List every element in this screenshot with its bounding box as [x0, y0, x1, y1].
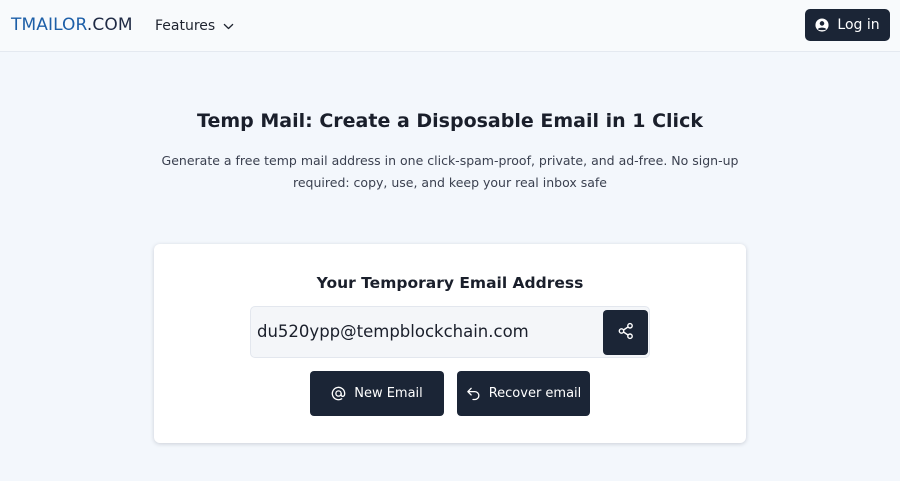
- recover-email-button[interactable]: Recover email: [457, 371, 590, 416]
- features-menu[interactable]: Features: [155, 15, 234, 37]
- user-circle-icon: [815, 18, 829, 32]
- site-logo[interactable]: TMAILOR.COM: [11, 15, 133, 35]
- page-title: Temp Mail: Create a Disposable Email in …: [197, 110, 703, 132]
- page-subtitle: Generate a free temp mail address in one…: [161, 153, 739, 190]
- share-icon: [617, 322, 635, 344]
- at-sign-icon: [331, 386, 346, 401]
- logo-brand-text: TMAILOR: [11, 15, 87, 35]
- undo-arrow-icon: [466, 386, 481, 401]
- logo-tld-text: .COM: [86, 15, 133, 35]
- top-navigation-bar: TMAILOR.COM Features Log in: [0, 0, 900, 52]
- chevron-down-icon: [223, 21, 234, 32]
- new-email-button-label: New Email: [354, 386, 423, 401]
- features-menu-label: Features: [155, 18, 216, 34]
- login-button-label: Log in: [837, 17, 880, 33]
- share-button[interactable]: [603, 310, 648, 355]
- new-email-button[interactable]: New Email: [310, 371, 444, 416]
- email-address-field[interactable]: du520ypp@tempblockchain.com: [250, 306, 650, 358]
- email-address-value[interactable]: du520ypp@tempblockchain.com: [257, 322, 529, 341]
- card-title: Your Temporary Email Address: [316, 274, 584, 292]
- login-button[interactable]: Log in: [805, 9, 890, 41]
- recover-email-button-label: Recover email: [488, 386, 582, 401]
- temp-email-card: Your Temporary Email Address du520ypp@te…: [154, 244, 746, 443]
